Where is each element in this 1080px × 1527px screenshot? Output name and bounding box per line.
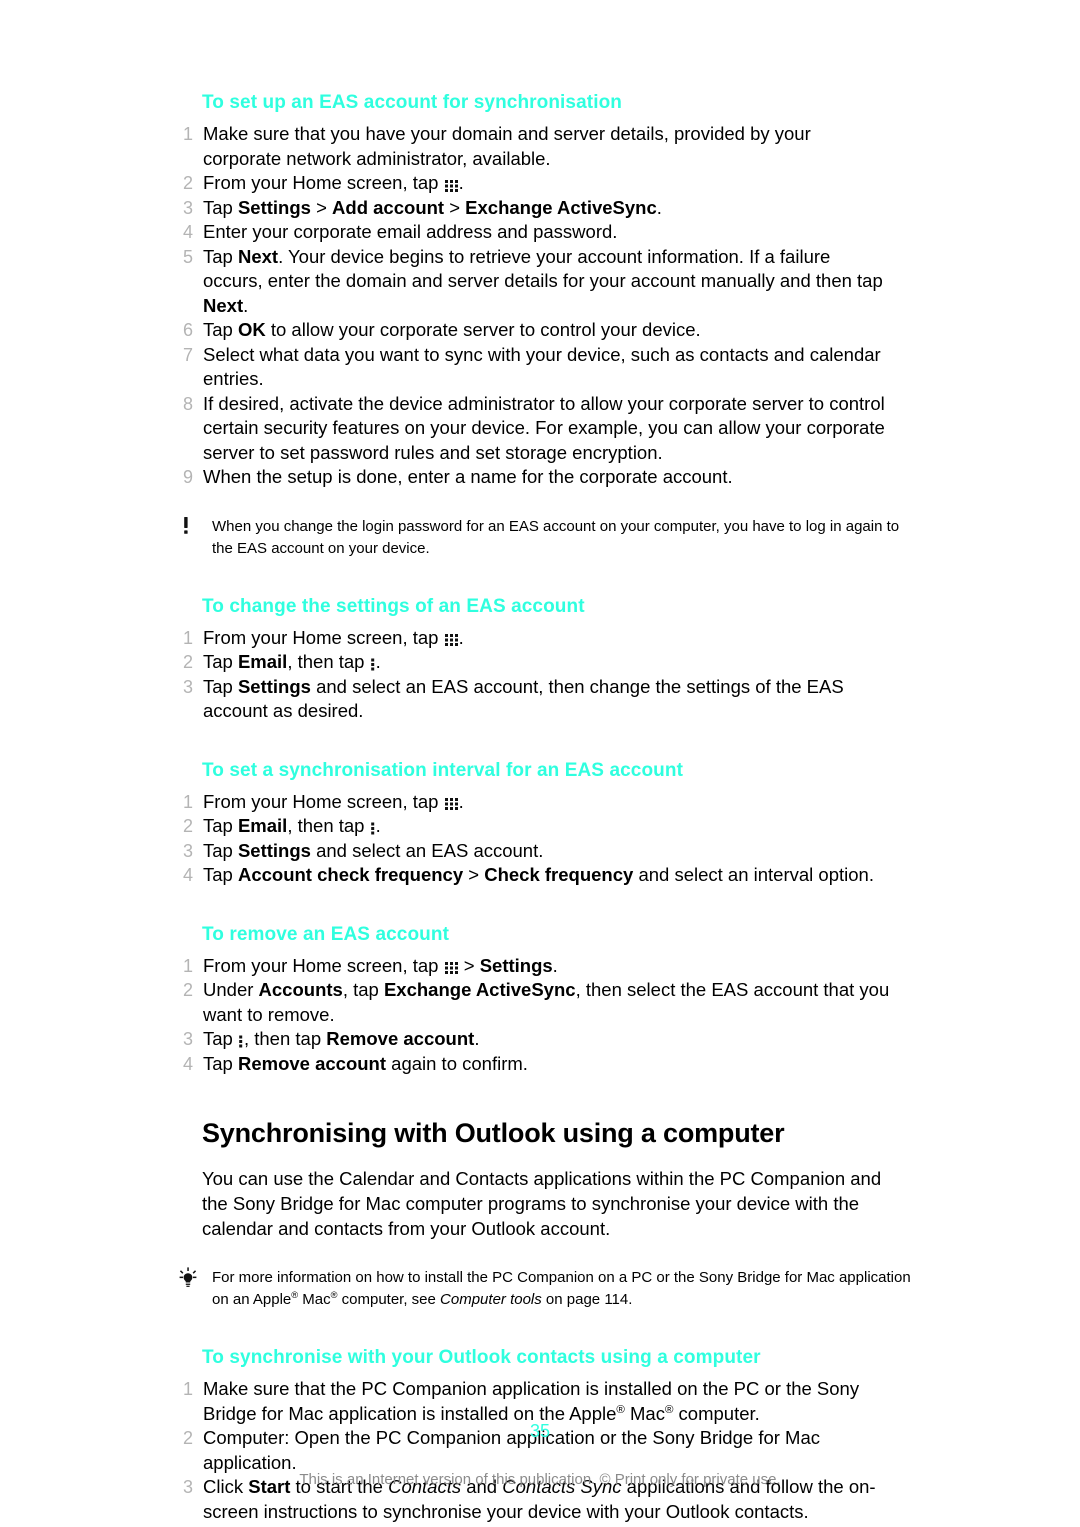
step-text: If desired, activate the device administ… [203, 392, 885, 463]
heading-eas-setup: To set up an EAS account for synchronisa… [202, 92, 622, 113]
overflow-menu-icon [370, 821, 376, 836]
step-number: 4 [182, 865, 193, 885]
step-number: 4 [182, 1053, 193, 1074]
step-text: Tap , then tap Remove account. [203, 1028, 480, 1049]
step-number: 3 [182, 197, 193, 218]
exclamation-icon [176, 516, 204, 538]
outlook-intro-text: You can use the Calendar and Contacts ap… [202, 1168, 882, 1239]
list-item: 4 Enter your corporate email address and… [176, 220, 892, 245]
list-item: 2 Tap Email, then tap . [176, 650, 892, 675]
step-text: Under Accounts, tap Exchange ActiveSync,… [203, 979, 890, 1025]
step-text: Tap Settings > Add account > Exchange Ac… [203, 196, 662, 218]
step-text: Tap Remove account again to confirm. [203, 1052, 528, 1074]
overflow-menu-icon [370, 657, 376, 672]
list-item: 2 From your Home screen, tap . [176, 171, 892, 196]
heading-eas-sync-interval: To set a synchronisation interval for an… [202, 759, 684, 781]
step-text: Tap Email, then tap . [203, 651, 381, 672]
app-grid-icon [444, 178, 459, 193]
step-text: Tap Next. Your device begins to retrieve… [203, 245, 883, 316]
step-number: 2 [182, 173, 193, 193]
note-callout: When you change the login password for a… [176, 516, 918, 560]
step-text: Select what data you want to sync with y… [203, 343, 881, 390]
list-item: 4 Tap Account check frequency > Check fr… [176, 863, 892, 888]
note-text: When you change the login password for a… [212, 517, 900, 557]
list-item: 4 Tap Remove account again to confirm. [176, 1052, 892, 1077]
app-grid-icon [444, 632, 459, 647]
page-title: Synchronising with Outlook using a compu… [202, 1118, 785, 1148]
step-number: 6 [182, 320, 193, 340]
step-number: 7 [182, 344, 193, 365]
step-number: 8 [182, 393, 193, 414]
step-text: Tap Email, then tap . [203, 815, 381, 836]
step-text: From your Home screen, tap > Settings. [203, 954, 558, 976]
step-text: When the setup is done, enter a name for… [203, 466, 733, 487]
list-item: 2 Under Accounts, tap Exchange ActiveSyn… [176, 978, 892, 1027]
step-number: 2 [182, 816, 193, 836]
step-number: 3 [182, 676, 193, 697]
step-text: From your Home screen, tap . [203, 626, 464, 648]
list-item: 2 Tap Email, then tap . [176, 814, 892, 839]
list-item: 1 Make sure that the PC Companion applic… [176, 1377, 892, 1426]
list-item: 8 If desired, activate the device admini… [176, 392, 892, 466]
tip-callout: For more information on how to install t… [176, 1267, 918, 1311]
step-number: 4 [182, 222, 193, 242]
footer-copyright: This is an Internet version of this publ… [299, 1471, 781, 1488]
steps-eas-change-settings: 1 From your Home screen, tap . 2 Tap Ema… [176, 626, 892, 724]
step-text: Tap Account check frequency > Check freq… [203, 864, 874, 885]
step-text: Make sure that you have your domain and … [203, 123, 811, 169]
page-content: To set up an EAS account for synchronisa… [176, 90, 911, 1524]
step-number: 1 [182, 124, 193, 144]
list-item: 5 Tap Next. Your device begins to retrie… [176, 245, 892, 319]
step-text: Enter your corporate email address and p… [203, 221, 618, 242]
step-text: Make sure that the PC Companion applicat… [203, 1378, 860, 1424]
step-number: 5 [182, 246, 193, 267]
app-grid-icon [444, 796, 459, 811]
step-number: 1 [182, 1379, 193, 1399]
list-item: 1 Make sure that you have your domain an… [176, 122, 892, 171]
overflow-menu-icon [238, 1034, 244, 1049]
steps-eas-remove: 1 From your Home screen, tap > Settings.… [176, 954, 892, 1077]
steps-eas-setup: 1 Make sure that you have your domain an… [176, 122, 892, 490]
list-item: 7 Select what data you want to sync with… [176, 343, 892, 392]
step-text: Tap Settings and select an EAS account. [203, 839, 544, 861]
heading-eas-change-settings: To change the settings of an EAS account [202, 595, 585, 617]
list-item: 1 From your Home screen, tap > Settings. [176, 954, 892, 979]
step-number: 1 [182, 955, 193, 976]
step-number: 2 [182, 980, 193, 1000]
list-item: 3 Tap , then tap Remove account. [176, 1027, 892, 1052]
list-item: 3 Tap Settings and select an EAS account… [176, 839, 892, 864]
step-number: 1 [182, 627, 193, 648]
step-number: 9 [182, 467, 193, 487]
heading-outlook-contacts: To synchronise with your Outlook contact… [202, 1347, 761, 1368]
step-text: From your Home screen, tap . [203, 790, 464, 812]
step-number: 2 [182, 652, 193, 672]
step-number: 3 [182, 840, 193, 861]
app-grid-icon [444, 960, 459, 975]
list-item: 6 Tap OK to allow your corporate server … [176, 318, 892, 343]
heading-eas-remove: To remove an EAS account [202, 923, 449, 945]
document-page: To set up an EAS account for synchronisa… [0, 0, 1080, 1527]
lightbulb-icon [176, 1267, 204, 1289]
list-item: 1 From your Home screen, tap . [176, 626, 892, 651]
list-item: 3 Tap Settings > Add account > Exchange … [176, 196, 892, 221]
steps-eas-sync-interval: 1 From your Home screen, tap . 2 Tap Ema… [176, 790, 892, 888]
list-item: 9 When the setup is done, enter a name f… [176, 465, 892, 490]
page-number: 35 [529, 1421, 551, 1441]
step-text: Tap OK to allow your corporate server to… [203, 319, 701, 340]
list-item: 1 From your Home screen, tap . [176, 790, 892, 815]
list-item: 3 Tap Settings and select an EAS account… [176, 675, 892, 724]
step-number: 3 [182, 1029, 193, 1049]
step-text: From your Home screen, tap . [203, 172, 464, 193]
step-text: Tap Settings and select an EAS account, … [203, 675, 844, 722]
tip-text: For more information on how to install t… [212, 1269, 911, 1308]
steps-outlook-contacts: 1 Make sure that the PC Companion applic… [176, 1377, 892, 1524]
step-number: 1 [182, 791, 193, 812]
